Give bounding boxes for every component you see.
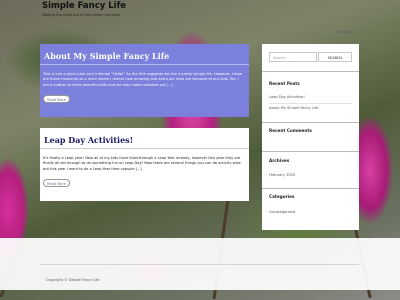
site-title[interactable]: Simple Fancy Life xyxy=(42,1,126,11)
search-input[interactable]: Search ... xyxy=(269,52,317,62)
footer-divider xyxy=(40,264,359,265)
recent-comments-title: Recent Comments xyxy=(269,128,312,133)
archives-title: Archives xyxy=(269,158,290,163)
list-separator xyxy=(269,103,352,104)
sidebar: Search ... SEARCH Recent Posts Leap Day … xyxy=(262,44,359,230)
widget-divider xyxy=(262,151,359,152)
post-card: About My Simple Fancy Life This is just … xyxy=(40,44,249,117)
recent-post-link[interactable]: About My Simple Fancy Life xyxy=(269,106,319,110)
widget-divider xyxy=(262,188,359,189)
category-link[interactable]: Uncategorized xyxy=(269,210,295,214)
post-card: Leap Day Activities! It's finally a Leap… xyxy=(40,128,249,201)
post-divider xyxy=(40,64,249,65)
widget-divider xyxy=(262,71,359,72)
recent-post-link[interactable]: Leap Day Activities! xyxy=(269,95,305,99)
site-description: Making the most out of life's little mom… xyxy=(42,13,121,17)
post-excerpt: It's finally a Leap year! Now all of my … xyxy=(43,156,241,171)
copyright-text: Copyright © Simple Fancy Life xyxy=(46,278,100,282)
post-title[interactable]: About My Simple Fancy Life xyxy=(44,51,169,61)
post-title[interactable]: Leap Day Activities! xyxy=(44,135,133,145)
categories-title: Categories xyxy=(269,194,295,199)
header-link[interactable]: Leap Day xyxy=(338,30,354,34)
archive-link[interactable]: February 2020 xyxy=(269,173,295,177)
recent-posts-title: Recent Posts xyxy=(269,81,300,86)
read-more-button[interactable]: Read More xyxy=(43,179,70,187)
post-divider xyxy=(40,148,249,149)
search-button[interactable]: SEARCH xyxy=(318,52,352,62)
read-more-button[interactable]: Read More xyxy=(43,95,70,103)
widget-divider xyxy=(262,122,359,123)
post-excerpt: This is just a quick post very informal … xyxy=(43,72,243,87)
